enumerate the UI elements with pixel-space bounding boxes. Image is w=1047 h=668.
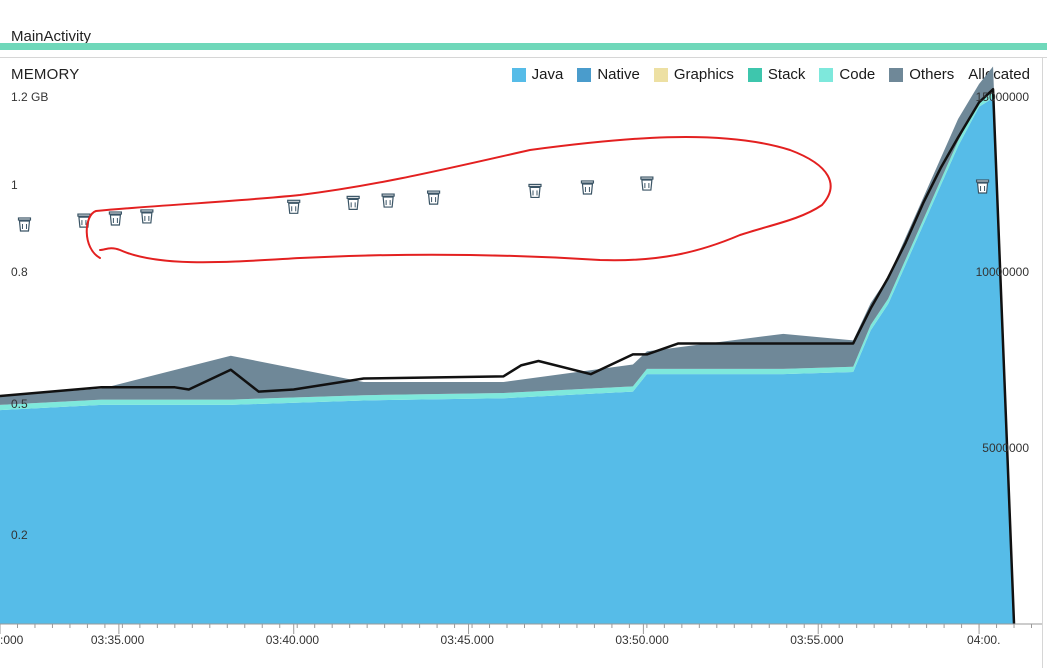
gc-event-icon[interactable] <box>17 217 32 232</box>
gc-event-icon[interactable] <box>528 183 542 199</box>
series-area-java <box>0 98 1015 624</box>
gc-event-icon[interactable] <box>346 195 360 210</box>
y-left-tick-label: 1.2 GB <box>11 90 49 104</box>
annotation-circle <box>85 136 832 264</box>
x-tick-label: 03:40.000 <box>265 633 320 647</box>
y-left-tick-label: 0.5 <box>11 396 28 411</box>
x-tick-label: 03:35.000 <box>90 633 145 647</box>
chart-right-border <box>1042 57 1043 668</box>
y-left-tick-label: 0.2 <box>11 528 28 543</box>
y-left-tick-label: 0.8 <box>11 265 28 280</box>
x-tick-label: 03:45.000 <box>440 633 494 647</box>
gc-event-icon[interactable] <box>108 211 122 226</box>
gc-event-icon[interactable] <box>580 180 595 195</box>
y-right-tick-label: 15000000 <box>975 90 1029 104</box>
gc-event-icon[interactable] <box>640 176 654 191</box>
gc-event-icon[interactable] <box>381 193 395 208</box>
memory-chart[interactable] <box>0 0 1047 668</box>
y-right-tick-label: 5000000 <box>982 440 1029 455</box>
x-tick-label: :000 <box>0 633 24 647</box>
gc-event-icon[interactable] <box>975 179 990 194</box>
x-tick-label: 04:00. <box>967 633 1001 647</box>
gc-event-icon[interactable] <box>287 199 301 214</box>
x-tick-label: 03:50.000 <box>615 633 669 647</box>
gc-event-icon[interactable] <box>140 209 154 224</box>
y-right-tick-label: 10000000 <box>975 265 1029 280</box>
gc-event-icon[interactable] <box>426 190 441 205</box>
x-tick-label: 03:55.000 <box>790 633 844 647</box>
y-left-tick-label: 1 <box>11 177 18 192</box>
